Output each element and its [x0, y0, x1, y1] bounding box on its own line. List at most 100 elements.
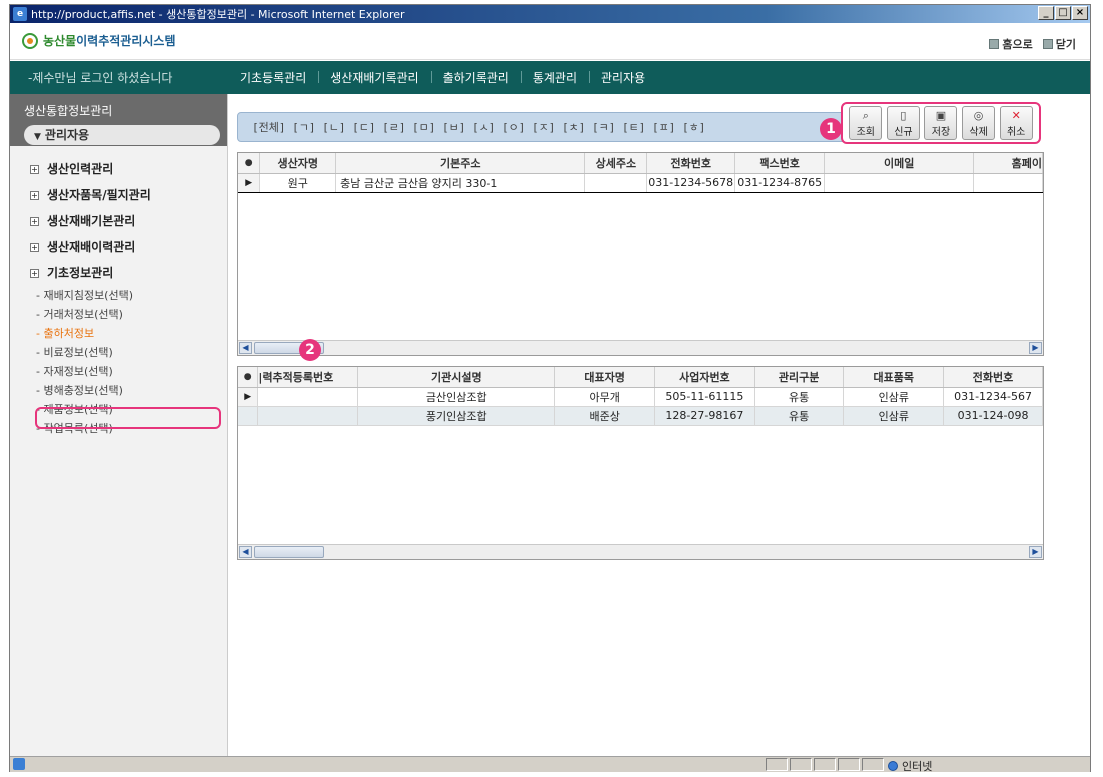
row-indicator-header: ●	[238, 153, 261, 174]
close-window-button[interactable]: ×	[1072, 6, 1088, 20]
app-logo[interactable]: 농산물이력추적관리시스템	[22, 32, 176, 49]
row-indicator	[238, 406, 259, 426]
close-link[interactable]: 닫기	[1042, 36, 1076, 52]
table-cell[interactable]: 충남 금산군 금산읍 양지리 330-1	[335, 172, 586, 193]
sidebar-item-shipping-destination[interactable]: - 출하처정보	[10, 324, 227, 343]
home-link[interactable]: 홈으로	[989, 36, 1033, 52]
table-cell[interactable]	[973, 172, 1043, 193]
nav-item-statistics[interactable]: 통계관리	[520, 69, 589, 86]
scroll-right-icon[interactable]: ▶	[1029, 546, 1042, 558]
sidebar-item-materials[interactable]: - 자재정보(선택)	[10, 362, 227, 381]
logo-icon	[22, 32, 38, 49]
column-header[interactable]: 기본주소	[335, 153, 586, 174]
nav-item-basic-registration[interactable]: 기초등록관리	[228, 69, 318, 86]
expand-icon[interactable]: +	[30, 269, 39, 278]
tree-node-production-staff[interactable]: + 생산인력관리	[10, 156, 227, 182]
status-cell	[862, 758, 884, 771]
table-row[interactable]: ▶ 원구 충남 금산군 금산읍 양지리 330-1 031-1234-5678 …	[238, 172, 1043, 193]
new-document-icon: ▯	[900, 109, 907, 122]
sidebar: 생산통합정보관리 ▼ 관리자용 + 생산인력관리 + 생산자품목/필지관리 + 생산재배…	[10, 94, 228, 756]
app-header: 농산물이력추적관리시스템 홈으로 닫기	[10, 24, 1090, 60]
expand-icon[interactable]: +	[30, 191, 39, 200]
new-button[interactable]: ▯ 신규	[886, 106, 920, 140]
table-cell[interactable]: 유통	[754, 406, 845, 426]
column-header[interactable]: 기관시설명	[357, 367, 556, 388]
cancel-button[interactable]: ✕ 취소	[999, 106, 1033, 140]
expand-icon[interactable]: +	[30, 217, 39, 226]
minimize-button[interactable]: _	[1038, 6, 1054, 20]
floppy-disk-icon: ▣	[935, 109, 947, 122]
column-header[interactable]: 팩스번호	[734, 153, 826, 174]
column-header[interactable]: 전화번호	[943, 367, 1043, 388]
table-cell[interactable]: 031-1234-5678	[646, 172, 736, 193]
save-button[interactable]: ▣ 저장	[924, 106, 958, 140]
scroll-left-icon[interactable]: ◀	[239, 342, 252, 354]
table-cell[interactable]: 유통	[754, 387, 845, 407]
sidebar-item-fertilizer[interactable]: - 비료정보(선택)	[10, 343, 227, 362]
column-header[interactable]: 이메일	[824, 153, 975, 174]
arrow-down-icon: ▼	[34, 132, 41, 142]
table-cell[interactable]: 원구	[259, 172, 337, 193]
annotation-badge-2: 2	[299, 339, 321, 361]
admin-toggle[interactable]: ▼ 관리자용	[24, 125, 220, 145]
table-cell[interactable]: 인삼류	[843, 387, 945, 407]
welcome-text: -제수만님 로그인 하셨습니다	[28, 71, 173, 85]
table-cell[interactable]	[584, 172, 648, 193]
column-header[interactable]: 관리구분	[754, 367, 845, 388]
column-header[interactable]: 대표자명	[554, 367, 655, 388]
sidebar-item-cultivation-guide[interactable]: - 재배지침정보(선택)	[10, 286, 227, 305]
tree-node-cultivation-history[interactable]: + 생산재배이력관리	[10, 234, 227, 260]
sidebar-section-title: 생산통합정보관리	[24, 104, 113, 118]
table-cell[interactable]	[257, 406, 359, 426]
window-title: http://product,affis.net - 생산통합정보관리 - Mi…	[31, 8, 405, 21]
horizontal-scrollbar[interactable]: ◀ ▶	[238, 340, 1043, 355]
column-header[interactable]: 상세주소	[584, 153, 648, 174]
table-cell[interactable]	[824, 172, 975, 193]
status-cell	[790, 758, 812, 771]
column-header[interactable]: 전화번호	[646, 153, 736, 174]
column-header[interactable]: |력추적등록번호	[257, 367, 359, 388]
status-cell	[814, 758, 836, 771]
table-cell[interactable]: 배준상	[554, 406, 655, 426]
table-cell[interactable]: 인삼류	[843, 406, 945, 426]
table-row[interactable]: ▶ 금산인삼조합 아무개 505-11-61115 유통 인삼류 031-123…	[238, 387, 1043, 407]
table-cell[interactable]: 505-11-61115	[654, 387, 755, 407]
browser-window: e http://product,affis.net - 생산통합정보관리 - …	[9, 4, 1091, 773]
column-header[interactable]: 대표품목	[843, 367, 945, 388]
delete-icon: ◎	[973, 109, 984, 122]
globe-icon	[888, 761, 898, 771]
table-cell[interactable]: 금산인삼조합	[357, 387, 556, 407]
annotation-badge-1: 1	[820, 118, 842, 140]
column-header[interactable]: 사업자번호	[654, 367, 755, 388]
table-cell[interactable]: 031-1234-8765	[734, 172, 826, 193]
column-header[interactable]: 홈페이	[973, 153, 1043, 174]
table-cell[interactable]: 031-1234-567	[943, 387, 1043, 407]
tree-node-producer-items[interactable]: + 생산자품목/필지관리	[10, 182, 227, 208]
table-row[interactable]: 풍기인삼조합 배준상 128-27-98167 유통 인삼류 031-124-0…	[238, 406, 1043, 426]
scroll-thumb[interactable]	[254, 546, 324, 558]
delete-button[interactable]: ◎ 삭제	[962, 106, 996, 140]
nav-item-admin[interactable]: 관리자용	[589, 69, 657, 86]
table-cell[interactable]	[257, 387, 359, 407]
tree-node-basic-info[interactable]: + 기초정보관리	[10, 260, 227, 286]
sidebar-item-pests[interactable]: - 병해충정보(선택)	[10, 381, 227, 400]
app-name-part2: 이력추적관리시스템	[76, 34, 176, 48]
search-button[interactable]: ⌕ 조회	[849, 106, 883, 140]
scroll-left-icon[interactable]: ◀	[239, 546, 252, 558]
nav-item-shipping-records[interactable]: 출하기록관리	[430, 69, 521, 86]
sidebar-item-trading-partner[interactable]: - 거래처정보(선택)	[10, 305, 227, 324]
maximize-button[interactable]: □	[1055, 6, 1071, 20]
expand-icon[interactable]: +	[30, 165, 39, 174]
horizontal-scrollbar[interactable]: ◀ ▶	[238, 544, 1043, 559]
table-cell[interactable]: 031-124-098	[943, 406, 1043, 426]
column-header[interactable]: 생산자명	[259, 153, 337, 174]
tree-node-cultivation-basic[interactable]: + 생산재배기본관리	[10, 208, 227, 234]
table-cell[interactable]: 아무개	[554, 387, 655, 407]
close-icon	[1042, 39, 1053, 49]
scroll-right-icon[interactable]: ▶	[1029, 342, 1042, 354]
table-cell[interactable]: 풍기인삼조합	[357, 406, 556, 426]
table-cell[interactable]: 128-27-98167	[654, 406, 755, 426]
expand-icon[interactable]: +	[30, 243, 39, 252]
window-titlebar: e http://product,affis.net - 생산통합정보관리 - …	[10, 5, 1090, 23]
nav-item-cultivation-records[interactable]: 생산재배기록관리	[318, 69, 430, 86]
